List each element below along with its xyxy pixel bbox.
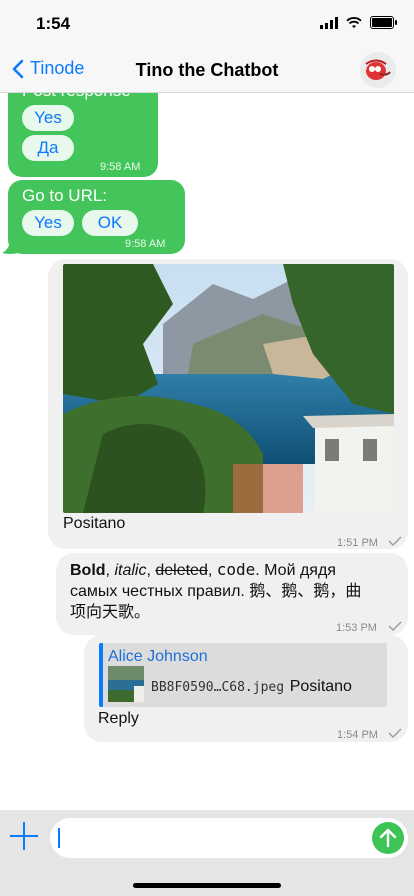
message-time: 1:53 PM [336, 622, 377, 634]
message-header: Go to URL: [22, 186, 108, 205]
message-list[interactable]: Post response Yes Да 9:58 AM Go to URL: … [0, 93, 414, 810]
signal-icon [320, 16, 338, 29]
bold-text: Bold [70, 562, 106, 579]
message-time: 9:58 AM [100, 161, 141, 173]
chat-title: Tino the Chatbot [135, 60, 279, 80]
quote-text: Positano [289, 678, 352, 695]
status-icons [320, 16, 397, 29]
attachment-filename: BB8F0590…C68.jpeg [151, 680, 285, 695]
sent-check-icon [388, 621, 402, 631]
chatbot-avatar[interactable] [360, 52, 396, 88]
navigation-bar: Tinode Tino the Chatbot [0, 48, 414, 93]
message-time: 1:51 PM [337, 537, 378, 549]
wifi-icon [346, 16, 362, 28]
quote-thumbnail [108, 666, 144, 702]
attach-plus-icon[interactable] [10, 822, 38, 850]
status-bar: 1:54 [0, 0, 414, 48]
italic-text: italic [114, 562, 147, 579]
battery-icon [370, 16, 397, 29]
incoming-message: Go to URL: Yes OK 9:58 AM [8, 180, 185, 254]
sent-check-icon [388, 536, 402, 546]
formatted-text: Bold, italic, deleted, code. Мой дядя са… [70, 560, 362, 621]
text-caret [58, 828, 60, 848]
home-indicator [133, 883, 281, 888]
message-time: 9:58 AM [125, 238, 166, 250]
positano-photo[interactable] [63, 264, 394, 513]
reply-button-da[interactable]: Да [22, 135, 74, 161]
quote-author: Alice Johnson [108, 648, 208, 665]
code-text: code [216, 560, 256, 579]
message-input[interactable] [50, 818, 408, 858]
bubble-tail [2, 239, 18, 254]
message-time: 1:54 PM [337, 729, 378, 741]
landscape-image [63, 264, 394, 513]
arrow-up-icon [379, 828, 397, 848]
send-button[interactable] [372, 822, 404, 854]
url-button-yes[interactable]: Yes [22, 210, 74, 236]
robot-avatar-icon [360, 52, 396, 88]
message-header: Post response [22, 93, 131, 101]
image-caption: Positano [63, 515, 126, 532]
reply-button-yes[interactable]: Yes [22, 105, 74, 131]
sent-check-icon [388, 728, 402, 738]
reply-text: Reply [98, 710, 139, 727]
quote-attachment: BB8F0590…C68.jpeg Positano [151, 678, 352, 696]
incoming-message: Post response Yes Да 9:58 AM [8, 93, 158, 177]
url-button-ok[interactable]: OK [82, 210, 138, 236]
deleted-text: deleted [155, 562, 208, 579]
status-time: 1:54 [36, 14, 71, 33]
